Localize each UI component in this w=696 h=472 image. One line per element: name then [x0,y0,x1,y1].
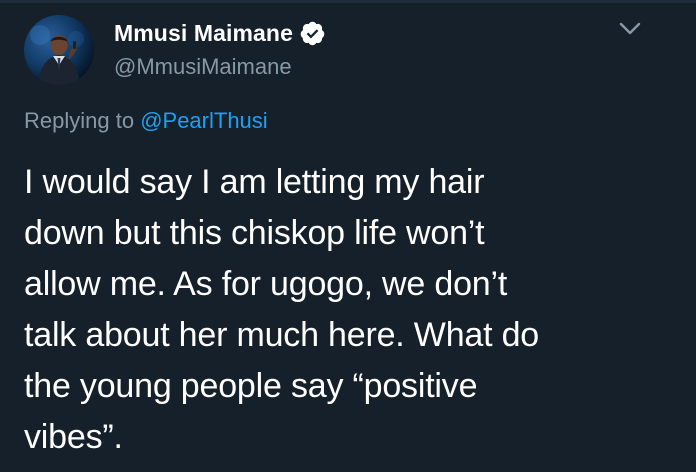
author-name-row[interactable]: Mmusi Maimane [114,16,326,50]
avatar-image [24,15,94,85]
avatar[interactable] [24,15,94,85]
replying-to-line: Replying to @PearlThusi [24,108,268,134]
replying-to-label: Replying to [24,108,141,133]
reply-mention-link[interactable]: @PearlThusi [140,108,268,133]
verified-badge-icon [299,20,326,47]
author-handle[interactable]: @MmusiMaimane [114,54,292,80]
top-divider [0,0,696,3]
chevron-down-icon[interactable] [618,20,642,38]
tweet-text: I would say I am letting my hair down bu… [24,163,540,456]
tweet-card: Mmusi Maimane @MmusiMaimane Replying to … [0,0,696,472]
author-display-name[interactable]: Mmusi Maimane [114,20,293,47]
